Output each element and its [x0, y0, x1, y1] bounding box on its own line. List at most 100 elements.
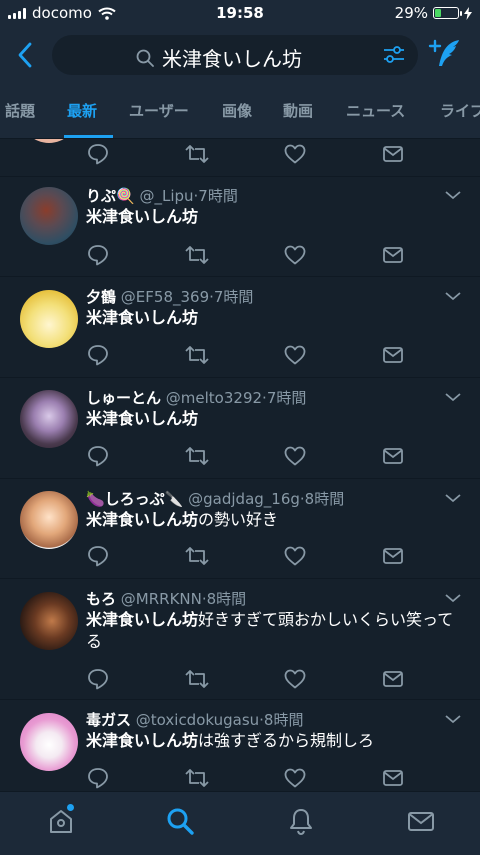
retweet-icon[interactable]	[184, 243, 210, 267]
chevron-down-icon[interactable]	[444, 189, 462, 201]
reply-icon[interactable]	[86, 243, 110, 267]
tab-search[interactable]	[165, 806, 195, 840]
tweet-actions	[86, 444, 426, 468]
avatar[interactable]	[20, 713, 78, 771]
tab-messages[interactable]	[406, 806, 436, 840]
status-bar: docomo 19:58 29%	[0, 0, 480, 28]
display-name[interactable]: しゅーとん	[86, 389, 161, 407]
tweet-text: 米津食いしん坊	[86, 307, 464, 329]
tab-top[interactable]: 話題	[5, 100, 35, 121]
tab-photos[interactable]: 画像	[222, 100, 252, 121]
like-icon[interactable]	[283, 444, 307, 468]
tweet-text: 米津食いしん坊	[86, 206, 464, 228]
like-icon[interactable]	[283, 243, 307, 267]
tab-people[interactable]: ユーザー	[129, 100, 189, 121]
reply-icon[interactable]	[86, 667, 110, 691]
avatar[interactable]	[20, 592, 78, 650]
like-icon[interactable]	[283, 766, 307, 790]
dm-icon[interactable]	[381, 544, 405, 568]
display-name[interactable]: 毒ガス	[86, 711, 131, 729]
display-name[interactable]: 🍆しろっぷ🔪	[86, 490, 183, 508]
back-icon[interactable]	[14, 40, 38, 70]
reply-icon[interactable]	[86, 142, 110, 166]
reply-icon[interactable]	[86, 444, 110, 468]
search-header: 米津食いしん坊	[0, 28, 480, 82]
dm-icon[interactable]	[381, 444, 405, 468]
notifications-icon	[290, 809, 312, 836]
tweet-feed[interactable]: りぷ🍭 @_Lipu·7時間 米津食いしん坊 夕鶴 @EF58_369·7時間 …	[0, 139, 480, 791]
tab-notifications[interactable]	[286, 806, 316, 840]
retweet-icon[interactable]	[184, 343, 210, 367]
retweet-icon[interactable]	[184, 544, 210, 568]
chevron-down-icon[interactable]	[444, 592, 462, 604]
search-query: 米津食いしん坊	[162, 47, 302, 71]
reply-icon[interactable]	[86, 343, 110, 367]
retweet-icon[interactable]	[184, 667, 210, 691]
bottom-tab-bar	[0, 791, 480, 855]
dm-icon[interactable]	[381, 343, 405, 367]
reply-icon[interactable]	[86, 544, 110, 568]
search-field[interactable]: 米津食いしん坊	[52, 35, 418, 75]
display-name[interactable]: 夕鶴	[86, 288, 116, 306]
user-handle[interactable]: @EF58_369	[121, 288, 209, 306]
tab-live[interactable]: ライブ	[440, 100, 480, 121]
user-handle[interactable]: @toxicdokugasu	[136, 711, 259, 729]
dm-icon[interactable]	[381, 142, 405, 166]
tweet-text: 米津食いしん坊の勢い好き	[86, 509, 464, 531]
avatar[interactable]	[20, 290, 78, 348]
charging-icon	[464, 6, 472, 20]
tweet-highlight: 米津食いしん坊	[86, 308, 199, 327]
tweet-actions	[86, 766, 426, 790]
tweet[interactable]: 🍆しろっぷ🔪 @gadjdag_16g·8時間 米津食いしん坊の勢い好き	[0, 479, 480, 579]
like-icon[interactable]	[283, 142, 307, 166]
chevron-down-icon[interactable]	[444, 391, 462, 403]
filter-icon[interactable]	[382, 44, 406, 66]
tweet[interactable]: 夕鶴 @EF58_369·7時間 米津食いしん坊	[0, 277, 480, 378]
user-handle[interactable]: @MRRKNN	[121, 590, 202, 608]
tab-news[interactable]: ニュース	[346, 100, 405, 121]
tweet-text-rest: の勢い好き	[198, 510, 279, 529]
retweet-icon[interactable]	[184, 444, 210, 468]
tweet-actions	[86, 142, 426, 166]
retweet-icon[interactable]	[184, 766, 210, 790]
user-handle[interactable]: @_Lipu	[139, 187, 193, 205]
tweet-time: ·7時間	[209, 288, 254, 306]
tab-latest[interactable]: 最新	[67, 100, 97, 121]
dm-icon[interactable]	[381, 243, 405, 267]
avatar[interactable]	[20, 139, 78, 143]
tweet[interactable]: もろ @MRRKNN·8時間 米津食いしん坊好きすぎて頭おかしいくらい笑ってる	[0, 579, 480, 700]
dm-icon[interactable]	[381, 667, 405, 691]
tweet[interactable]: 毒ガス @toxicdokugasu·8時間 米津食いしん坊は強すぎるから規制し…	[0, 700, 480, 791]
like-icon[interactable]	[283, 343, 307, 367]
tweet-partial[interactable]	[0, 139, 480, 177]
chevron-down-icon[interactable]	[444, 492, 462, 504]
battery-icon	[433, 7, 462, 19]
like-icon[interactable]	[283, 544, 307, 568]
tweet-header: りぷ🍭 @_Lipu·7時間	[86, 185, 238, 206]
retweet-icon[interactable]	[184, 142, 210, 166]
tweet-highlight: 米津食いしん坊	[86, 409, 199, 428]
chevron-down-icon[interactable]	[444, 290, 462, 302]
user-handle[interactable]: @gadjdag_16g	[188, 490, 300, 508]
tweet-time: ·8時間	[201, 590, 247, 608]
tweet-actions	[86, 544, 426, 568]
compose-icon[interactable]	[428, 38, 462, 70]
tweet-time: ·7時間	[262, 389, 307, 407]
chevron-down-icon[interactable]	[444, 713, 462, 725]
tab-videos[interactable]: 動画	[283, 100, 313, 121]
active-tab-indicator	[64, 135, 113, 138]
dm-icon[interactable]	[381, 766, 405, 790]
tweet-text-rest: は強すぎるから規制しろ	[198, 731, 375, 750]
display-name[interactable]: りぷ🍭	[86, 187, 135, 205]
tweet[interactable]: りぷ🍭 @_Lipu·7時間 米津食いしん坊	[0, 177, 480, 277]
tweet[interactable]: しゅーとん @melto3292·7時間 米津食いしん坊	[0, 378, 480, 479]
avatar[interactable]	[20, 491, 78, 549]
reply-icon[interactable]	[86, 766, 110, 790]
like-icon[interactable]	[283, 667, 307, 691]
display-name[interactable]: もろ	[86, 590, 116, 608]
avatar[interactable]	[20, 390, 78, 448]
tweet-highlight: 米津食いしん坊	[86, 510, 199, 529]
avatar[interactable]	[20, 187, 78, 245]
user-handle[interactable]: @melto3292	[166, 389, 262, 407]
tab-home[interactable]	[46, 804, 76, 840]
